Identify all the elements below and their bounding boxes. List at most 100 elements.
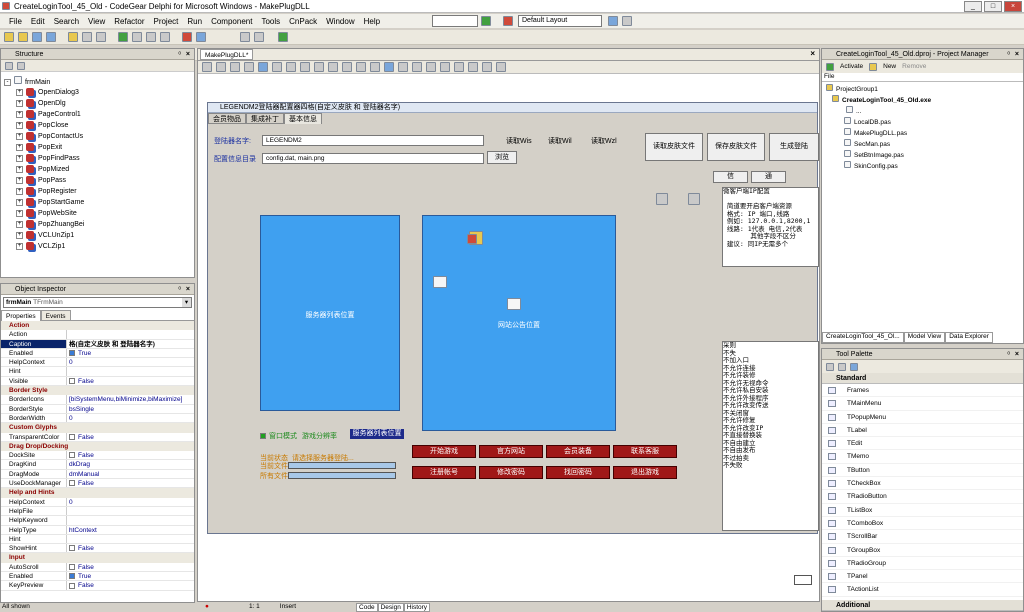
categories-icon[interactable] (826, 362, 834, 371)
reset-icon[interactable] (182, 32, 192, 42)
checkbox[interactable] (69, 350, 75, 357)
property-category[interactable]: Custom Glyphs (1, 423, 194, 433)
game-button[interactable]: 官方网站 (479, 445, 543, 458)
tree-item[interactable]: + PopZhuangBei (4, 219, 194, 230)
expand-icon[interactable] (17, 62, 25, 70)
property-category[interactable]: Input (1, 553, 194, 563)
tree-root[interactable]: - frmMain (4, 76, 194, 87)
category-additional[interactable]: Additional (822, 600, 1023, 611)
save-desktop-icon[interactable] (608, 16, 618, 26)
project-item[interactable]: SetBtnImage.pas (822, 150, 1023, 161)
property-category[interactable]: Drag Drop/Docking (1, 441, 194, 452)
project-item[interactable]: SecMan.pas (822, 139, 1023, 150)
project-item[interactable]: ProjectGroup1 (822, 84, 1023, 95)
server-list-panel[interactable]: 服务器列表位置 (260, 215, 400, 411)
help-icon[interactable] (196, 32, 206, 42)
menu-file[interactable]: File (9, 17, 22, 26)
read-wil-button[interactable]: 读取Wil (548, 136, 572, 146)
palette-item[interactable]: TPopupMenu (822, 411, 1023, 424)
image-icon[interactable] (656, 193, 668, 205)
property-row[interactable]: KeyPreview False (1, 581, 194, 591)
open-project-icon[interactable] (68, 32, 78, 42)
property-row[interactable]: Enabled True (1, 348, 194, 359)
property-row[interactable]: Hint (1, 367, 194, 377)
designed-form[interactable]: LEGENDM2登陆器配置器四格(自定义皮肤 和 登陆器名字) 会员物品 集成补… (207, 102, 819, 585)
property-row[interactable]: HelpType htContext (1, 525, 194, 535)
tree-item[interactable]: + PopStartGame (4, 197, 194, 208)
game-button[interactable]: 会员装备 (546, 445, 610, 458)
window-mode-check[interactable]: 窗口模式 (260, 431, 297, 441)
tab-members[interactable]: 会员物品 (208, 113, 246, 124)
checkbox[interactable] (69, 452, 75, 459)
tree-item[interactable]: + PopPass (4, 175, 194, 186)
tree-item[interactable]: + PopClose (4, 120, 194, 131)
palette-item[interactable]: TCheckBox (822, 477, 1023, 491)
tab-data-explorer[interactable]: Data Explorer (945, 332, 993, 343)
remove-button[interactable]: Remove (902, 63, 926, 70)
save-icon[interactable] (32, 32, 42, 42)
filter-icon[interactable] (850, 362, 858, 371)
tab-project[interactable]: CreateLoginTool_45_Ol... (822, 332, 904, 343)
close-button[interactable]: × (1004, 1, 1022, 12)
tab-patch[interactable]: 集成补丁 (246, 113, 284, 124)
forward-icon[interactable] (254, 32, 264, 42)
open-icon[interactable] (18, 32, 28, 42)
game-button[interactable]: 退出游戏 (613, 466, 677, 479)
news-panel[interactable]: 网站公告位置 (422, 215, 616, 431)
tree-item[interactable]: + VCLUnZip1 (4, 230, 194, 241)
new-button[interactable]: New (883, 63, 896, 70)
menu-edit[interactable]: Edit (31, 17, 45, 26)
property-row[interactable]: DockSite False (1, 451, 194, 461)
close-icon[interactable]: × (810, 49, 815, 58)
menu-component[interactable]: Component (211, 17, 252, 26)
record-icon[interactable]: ● (205, 603, 209, 612)
project-item[interactable]: ... (822, 106, 1023, 117)
login-name-input[interactable]: LEGENDM2 (262, 135, 484, 146)
comm-button[interactable]: 通 (751, 171, 786, 183)
pause-icon[interactable] (132, 32, 142, 42)
property-row[interactable]: Hint (1, 534, 194, 545)
trace-into-icon[interactable] (146, 32, 156, 42)
palette-item[interactable]: Frames (822, 384, 1023, 398)
info-button[interactable]: 信 (713, 171, 748, 183)
minimize-button[interactable]: _ (964, 1, 982, 12)
property-row[interactable]: HelpContext 0 (1, 358, 194, 368)
project-item[interactable]: MakePlugDLL.pas (822, 128, 1023, 139)
palette-item[interactable]: TButton (822, 464, 1023, 478)
project-item[interactable]: SkinConfig.pas (822, 161, 1023, 172)
menu-run[interactable]: Run (187, 17, 202, 26)
component-combo[interactable] (432, 15, 478, 27)
read-wis-button[interactable]: 读取Wis (506, 136, 532, 146)
checkbox[interactable] (69, 433, 75, 440)
tree-item[interactable]: + PopExit (4, 142, 194, 153)
property-row[interactable]: Action (1, 330, 194, 340)
remove-file-icon[interactable] (96, 32, 106, 42)
property-category[interactable]: Border Style (1, 386, 194, 396)
layout-combo[interactable]: Default Layout (518, 15, 602, 27)
property-row[interactable]: BorderStyle bsSingle (1, 404, 194, 414)
property-row[interactable]: UseDockManager False (1, 479, 194, 489)
property-row[interactable]: DragMode dmManual (1, 469, 194, 480)
property-row[interactable]: HelpContext 0 (1, 497, 194, 507)
palette-item[interactable]: TMemo (822, 450, 1023, 464)
menu-window[interactable]: Window (326, 17, 354, 26)
property-row[interactable]: AutoScroll False (1, 562, 194, 573)
property-row[interactable]: HelpKeyword (1, 516, 194, 526)
step-over-icon[interactable] (160, 32, 170, 42)
property-row[interactable]: HelpFile (1, 506, 194, 517)
server-list-pos-button[interactable]: 服务器列表位置 (350, 429, 404, 439)
image-icon[interactable] (688, 193, 700, 205)
tree-item[interactable]: + PopRegister (4, 186, 194, 197)
game-button[interactable]: 修改密码 (479, 466, 543, 479)
config-dir-input[interactable]: config.dat, main.png (262, 153, 484, 164)
tab-makeplugdll[interactable]: MakePlugDLL* (200, 49, 254, 60)
property-category[interactable]: Action (1, 321, 194, 331)
layout-icon[interactable] (481, 16, 491, 26)
checkbox[interactable] (69, 378, 75, 385)
tree-item[interactable]: + PopMized (4, 164, 194, 175)
save-skin-button[interactable]: 保存皮肤文件 (707, 133, 765, 161)
menu-search[interactable]: Search (54, 17, 79, 26)
palette-item[interactable]: TActionList (822, 583, 1023, 597)
menu-help[interactable]: Help (364, 17, 380, 26)
browse-button[interactable]: 浏览 (487, 151, 517, 164)
